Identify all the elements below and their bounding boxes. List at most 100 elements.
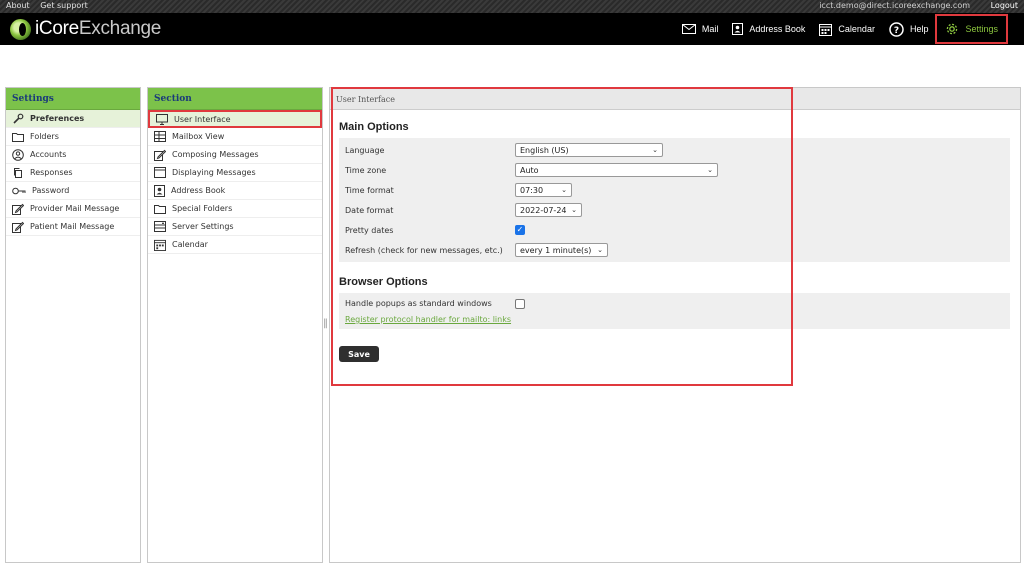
section-item-calendar[interactable]: Calendar — [148, 236, 322, 254]
top-strip: About Get support icct.demo@direct.icore… — [0, 0, 1024, 13]
popups-label: Handle popups as standard windows — [345, 299, 492, 308]
section-item-server-settings[interactable]: Server Settings — [148, 218, 322, 236]
nav-mail[interactable]: Mail — [675, 13, 726, 45]
refresh-row: Refresh (check for new messages, etc.) e… — [339, 240, 1010, 260]
help-icon: ? — [889, 21, 904, 37]
settings-item-label: Accounts — [30, 150, 67, 159]
column-splitter-handle[interactable]: ‖ — [323, 318, 328, 332]
nav-mail-label: Mail — [701, 24, 719, 34]
user-email: icct.demo@direct.icoreexchange.com — [819, 1, 970, 10]
folder-icon — [154, 204, 166, 214]
edit-icon — [12, 221, 24, 233]
timezone-value: Auto — [520, 165, 539, 175]
logo-text: iCoreExchange — [35, 18, 162, 39]
folder-icon — [12, 132, 24, 142]
timezone-label: Time zone — [345, 165, 387, 175]
language-value: English (US) — [520, 145, 569, 155]
settings-item-responses[interactable]: Responses — [6, 164, 140, 182]
time-format-label: Time format — [345, 185, 394, 195]
nav-help[interactable]: ? Help — [882, 13, 936, 45]
nav-calendar[interactable]: Calendar — [812, 13, 882, 45]
gear-icon — [947, 23, 958, 35]
calendar-icon — [154, 239, 166, 251]
section-item-address-book[interactable]: Address Book — [148, 182, 322, 200]
settings-panel-title: Settings — [6, 88, 140, 110]
wrench-icon — [13, 113, 24, 124]
get-support-link[interactable]: Get support — [40, 1, 88, 10]
settings-item-provider-mail-message[interactable]: Provider Mail Message — [6, 200, 140, 218]
save-button[interactable]: Save — [339, 346, 379, 362]
section-item-special-folders[interactable]: Special Folders — [148, 200, 322, 218]
monitor-icon — [156, 113, 168, 125]
section-item-label: Special Folders — [172, 204, 233, 213]
settings-panel: Settings Preferences Folders Accounts Re… — [5, 87, 141, 563]
main-nav: Mail Address Book Calendar ? Help Settin… — [675, 13, 1024, 45]
date-format-select[interactable]: 2022-07-24 ⌄ — [515, 203, 582, 217]
chevron-down-icon: ⌄ — [561, 186, 567, 194]
pretty-dates-row: Pretty dates ✓ — [339, 220, 1010, 240]
settings-item-label: Password — [32, 186, 70, 195]
main-options-box: Language English (US) ⌄ Time zone Auto ⌄… — [339, 138, 1010, 262]
main-panel-title: User Interface — [330, 88, 1020, 110]
svg-text:?: ? — [894, 26, 899, 36]
popups-row: Handle popups as standard windows — [339, 295, 1010, 312]
timezone-row: Time zone Auto ⌄ — [339, 160, 1010, 180]
section-item-displaying-messages[interactable]: Displaying Messages — [148, 164, 322, 182]
settings-item-label: Preferences — [30, 114, 85, 123]
language-label: Language — [345, 145, 385, 155]
section-item-label: Displaying Messages — [172, 168, 256, 177]
app-header: iCoreExchange Mail Address Book Calendar… — [0, 13, 1024, 45]
chevron-down-icon: ⌄ — [707, 166, 713, 174]
key-icon — [12, 187, 26, 194]
section-item-mailbox-view[interactable]: Mailbox View — [148, 128, 322, 146]
section-item-label: Server Settings — [172, 222, 234, 231]
main-options-title: Main Options — [339, 121, 409, 133]
server-icon — [154, 221, 166, 232]
section-item-user-interface[interactable]: User Interface — [148, 110, 322, 128]
section-panel: Section User Interface Mailbox View Comp… — [147, 87, 323, 563]
settings-item-folders[interactable]: Folders — [6, 128, 140, 146]
time-format-select[interactable]: 07:30 ⌄ — [515, 183, 572, 197]
nav-calendar-label: Calendar — [838, 24, 875, 34]
settings-item-label: Patient Mail Message — [30, 222, 115, 231]
window-icon — [154, 167, 166, 178]
section-item-label: Mailbox View — [172, 132, 225, 141]
language-row: Language English (US) ⌄ — [339, 140, 1010, 160]
date-format-row: Date format 2022-07-24 ⌄ — [339, 200, 1010, 220]
nav-settings[interactable]: Settings — [935, 14, 1008, 44]
logout-link[interactable]: Logout — [991, 1, 1018, 10]
language-select[interactable]: English (US) ⌄ — [515, 143, 663, 157]
logo-icon — [10, 18, 31, 40]
protocol-row: Register protocol handler for mailto: li… — [339, 312, 1010, 327]
chevron-down-icon: ⌄ — [597, 246, 603, 254]
register-protocol-link[interactable]: Register protocol handler for mailto: li… — [345, 315, 511, 324]
top-links: About Get support — [6, 1, 96, 10]
section-item-label: Calendar — [172, 240, 208, 249]
settings-item-label: Responses — [30, 168, 73, 177]
browser-options-box: Handle popups as standard windows Regist… — [339, 293, 1010, 329]
popups-checkbox[interactable] — [515, 298, 525, 309]
section-item-composing-messages[interactable]: Composing Messages — [148, 146, 322, 164]
settings-item-password[interactable]: Password — [6, 182, 140, 200]
settings-item-preferences[interactable]: Preferences — [6, 110, 140, 128]
app-logo[interactable]: iCoreExchange — [10, 17, 161, 41]
refresh-value: every 1 minute(s) — [520, 245, 592, 255]
settings-item-patient-mail-message[interactable]: Patient Mail Message — [6, 218, 140, 236]
time-format-row: Time format 07:30 ⌄ — [339, 180, 1010, 200]
edit-icon — [12, 203, 24, 215]
date-format-label: Date format — [345, 205, 394, 215]
section-item-label: Address Book — [171, 186, 226, 195]
nav-address-book-label: Address Book — [749, 24, 806, 34]
timezone-select[interactable]: Auto ⌄ — [515, 163, 718, 177]
time-format-value: 07:30 — [520, 185, 544, 195]
user-circle-icon — [12, 148, 24, 161]
settings-item-accounts[interactable]: Accounts — [6, 146, 140, 164]
date-format-value: 2022-07-24 — [520, 205, 567, 215]
about-link[interactable]: About — [6, 1, 30, 10]
nav-address-book[interactable]: Address Book — [725, 13, 812, 45]
pretty-dates-checkbox[interactable]: ✓ — [515, 225, 525, 235]
pretty-dates-label: Pretty dates — [345, 225, 394, 235]
edit-icon — [154, 149, 166, 161]
chevron-down-icon: ⌄ — [652, 146, 658, 154]
refresh-select[interactable]: every 1 minute(s) ⌄ — [515, 243, 608, 257]
